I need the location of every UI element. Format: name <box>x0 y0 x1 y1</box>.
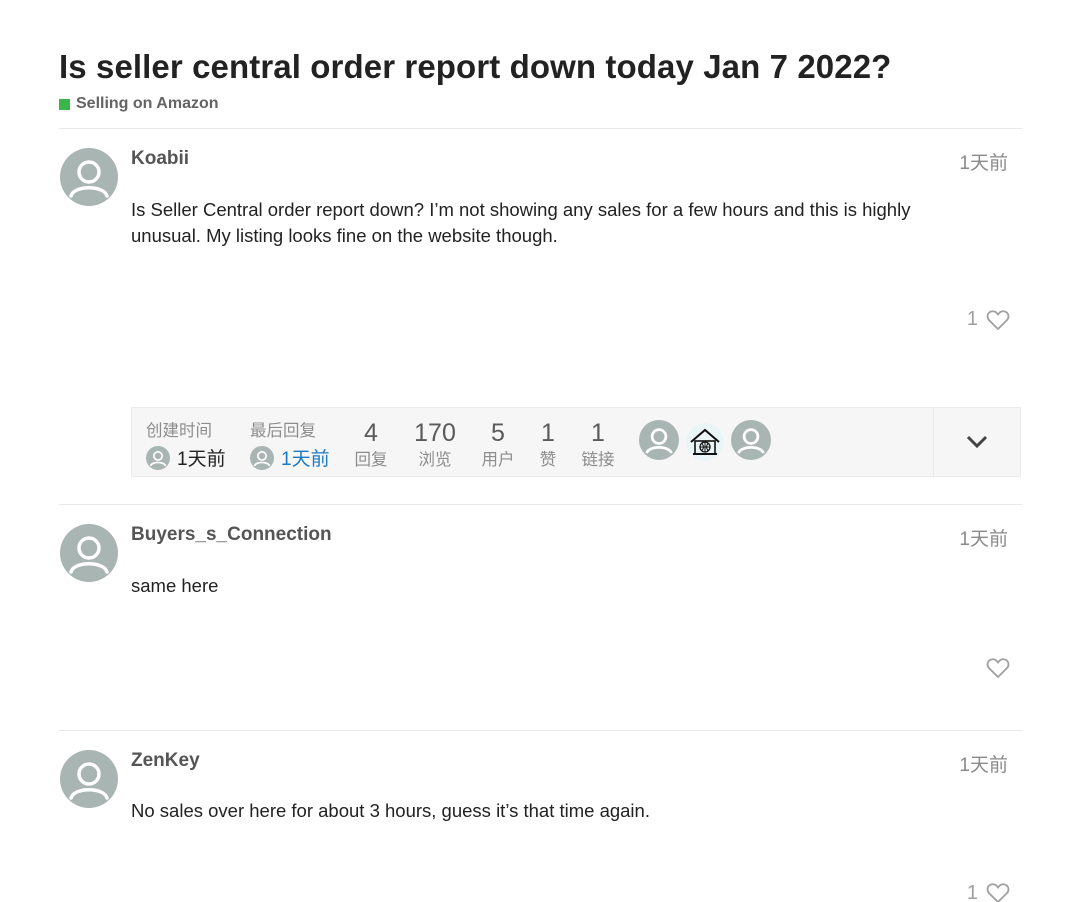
heart-icon <box>986 883 1010 902</box>
last-reply-label: 最后回复 <box>250 422 316 440</box>
user-avatar-icon <box>250 445 274 470</box>
post-date[interactable]: 1天前 <box>959 524 1008 551</box>
users-stat: 5 用户 <box>476 408 520 478</box>
links-stat: 1 链接 <box>578 408 618 478</box>
links-count: 1 <box>591 419 605 447</box>
created-time: 1天前 <box>177 449 226 470</box>
category-badge[interactable]: Selling on Amazon <box>59 94 219 114</box>
participant-avatar-house[interactable] <box>685 422 725 462</box>
users-count: 5 <box>491 419 505 447</box>
participant-avatar[interactable] <box>731 420 771 460</box>
like-button[interactable]: 1 <box>967 308 1010 331</box>
user-avatar-icon <box>737 428 765 454</box>
replies-count: 4 <box>364 419 378 447</box>
category-color-square <box>59 98 70 110</box>
views-label: 浏览 <box>418 451 452 469</box>
house-globe-icon <box>686 423 724 461</box>
topic-map: 创建时间 1天前 最后回复 1天前 4 回复 170 浏览 5 用户 1 赞 1… <box>131 407 1021 477</box>
heart-icon <box>986 658 1010 679</box>
post-username[interactable]: Buyers_s_Connection <box>131 524 332 546</box>
user-avatar-icon <box>146 445 170 470</box>
like-count: 1 <box>966 882 978 902</box>
like-button[interactable]: 1 <box>967 882 1010 902</box>
post-body: Is Seller Central order report down? I’m… <box>131 199 911 246</box>
expand-topic-map-button[interactable] <box>933 408 1020 476</box>
user-avatar-icon <box>69 536 109 574</box>
avatar[interactable] <box>60 524 118 582</box>
created-label: 创建时间 <box>146 422 212 440</box>
post-body: No sales over here for about 3 hours, gu… <box>131 800 650 821</box>
like-count: 1 <box>966 308 978 330</box>
chevron-down-icon <box>966 435 988 449</box>
users-label: 用户 <box>481 451 515 469</box>
replies-stat: 4 回复 <box>349 408 393 478</box>
post-date[interactable]: 1天前 <box>959 750 1008 777</box>
post-username[interactable]: ZenKey <box>131 750 200 772</box>
likes-count: 1 <box>541 419 555 447</box>
replies-label: 回复 <box>354 451 388 469</box>
user-avatar-icon <box>69 762 109 800</box>
post-date[interactable]: 1天前 <box>959 148 1008 175</box>
links-label: 链接 <box>581 451 615 469</box>
participant-avatar[interactable] <box>639 420 679 460</box>
like-button[interactable] <box>978 657 1010 679</box>
last-reply-value[interactable]: 1天前 <box>250 444 330 471</box>
views-stat: 170 浏览 <box>407 408 463 478</box>
likes-label: 赞 <box>539 451 557 469</box>
divider <box>59 128 1022 129</box>
category-label: Selling on Amazon <box>76 95 219 112</box>
user-avatar-icon <box>69 160 109 198</box>
last-reply-time: 1天前 <box>281 449 330 470</box>
avatar[interactable] <box>60 750 118 808</box>
user-avatar-icon <box>645 428 673 454</box>
post-body: same here <box>131 575 219 596</box>
topic-title: Is seller central order report down toda… <box>59 48 892 85</box>
avatar[interactable] <box>60 148 118 206</box>
heart-icon <box>986 309 1010 330</box>
post-username[interactable]: Koabii <box>131 148 189 170</box>
created-value[interactable]: 1天前 <box>146 444 226 471</box>
divider <box>59 504 1022 505</box>
divider <box>59 730 1022 731</box>
likes-stat: 1 赞 <box>532 408 564 478</box>
views-count: 170 <box>414 419 456 447</box>
